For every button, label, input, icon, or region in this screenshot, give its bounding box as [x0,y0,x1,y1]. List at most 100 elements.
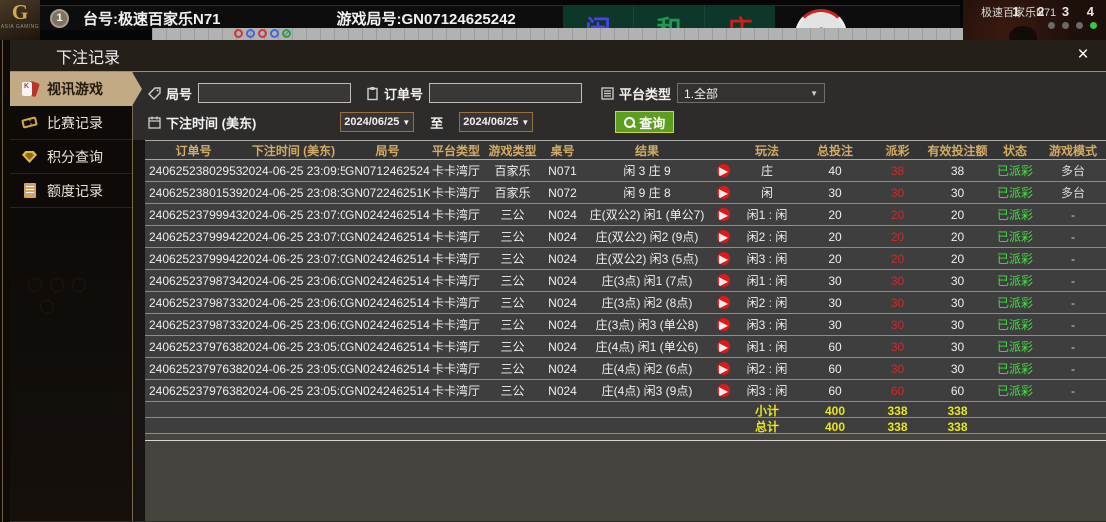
cell-platform: 卡卡湾厅 [430,360,482,377]
cell-payout: 20 [870,252,925,266]
replay-icon[interactable]: ▶ [717,186,730,199]
cell-status: 已派彩 [990,250,1040,267]
modal-header: 下注记录 × [10,40,1106,72]
cards-icon [21,81,39,98]
bead-player-icon [246,29,255,38]
roadmap-strip [152,28,984,40]
replay-icon[interactable]: ▶ [717,230,730,243]
sidebar-item-quota-records[interactable]: 额度记录 [10,174,132,208]
cell-game-mode: - [1040,274,1106,288]
to-label: 至 [430,113,443,132]
grand-total-bet: 400 [800,420,870,434]
cell-valid-bet: 30 [925,362,990,376]
search-button-label: 查询 [639,113,665,132]
col-header: 下注时间 (美东) [242,142,345,159]
close-icon[interactable]: × [1072,45,1094,67]
cell-bet-time: 2024-06-25 23:07:07 [242,252,345,266]
cell-round-no: GN0242462514R [345,208,430,222]
game-background: G ASIA GAMING 1 台号:极速百家乐N71 游戏局号:GN07124… [0,0,1106,40]
replay-icon[interactable]: ▶ [717,164,730,177]
replay-icon[interactable]: ▶ [717,318,730,331]
cell-platform: 卡卡湾厅 [430,206,482,223]
platform-type-select[interactable]: 1.全部 ▼ [677,83,825,103]
cell-table-no: N072 [543,186,582,200]
table-row: 240625237999430 2024-06-25 23:07:07 GN02… [145,204,1106,226]
chevron-down-icon: ▼ [402,118,410,127]
cell-payout: 30 [870,340,925,354]
cell-payout: 30 [870,362,925,376]
cell-order-no: 240625237999428 [145,252,242,266]
cell-table-no: N024 [543,296,582,310]
dealer-silhouette [1009,26,1037,40]
cell-order-no: 240625237987336 [145,318,242,332]
sidebar-item-label: 积分查询 [47,147,103,167]
cell-game-type: 百家乐 [482,184,543,201]
col-header: 结果 [582,142,712,159]
cell-bet-time: 2024-06-25 23:09:50 [242,164,345,178]
date-to-picker[interactable]: 2024/06/25 ▼ [459,112,533,132]
replay-icon[interactable]: ▶ [717,296,730,309]
cell-game-type: 三公 [482,382,543,399]
asia-gaming-logo: G ASIA GAMING [0,0,40,40]
order-no-input[interactable] [429,83,582,103]
cell-total-bet: 20 [800,230,870,244]
col-header: 游戏模式 [1040,142,1106,159]
cell-result: 闲 3 庄 9 [582,162,712,179]
sidebar-item-match-records[interactable]: 比赛记录 [10,106,132,140]
cell-status: 已派彩 [990,294,1040,311]
replay-icon[interactable]: ▶ [717,252,730,265]
cell-payout: 30 [870,274,925,288]
replay-icon[interactable]: ▶ [717,362,730,375]
cell-status: 已派彩 [990,360,1040,377]
cell-game-mode: - [1040,384,1106,398]
col-header: 有效投注额 [925,142,990,159]
cell-round-no: GN07124625241 [345,164,430,178]
replay-icon[interactable]: ▶ [717,340,730,353]
search-button[interactable]: 查询 [615,111,674,133]
game-round-label: 游戏局号:GN07124625242 [337,8,516,29]
sidebar-item-video-games[interactable]: 视讯游戏 [10,72,132,106]
cell-play-type: 闲3 : 闲 [734,250,800,267]
cell-play-type: 闲 [734,184,800,201]
round-no-input[interactable] [198,83,351,103]
cell-valid-bet: 60 [925,384,990,398]
cell-table-no: N024 [543,208,582,222]
cell-payout: 30 [870,296,925,310]
cell-table-no: N024 [543,384,582,398]
cell-valid-bet: 30 [925,318,990,332]
grand-total-payout: 338 [870,420,925,434]
platform-type-value: 1.全部 [684,85,718,102]
cell-result: 庄(双公2) 闲1 (单公7) [582,206,712,223]
cell-table-no: N024 [543,230,582,244]
cell-order-no: 240625238029533 [145,164,242,178]
sidebar-item-points-inquiry[interactable]: 积分查询 [10,140,132,174]
replay-icon[interactable]: ▶ [717,274,730,287]
camera-dot-active [1090,22,1097,29]
table-row: 240625237976383 2024-06-25 23:05:05 GN02… [145,336,1106,358]
cell-table-no: N024 [543,274,582,288]
gem-icon [21,148,39,165]
date-from-value: 2024/06/25 [344,116,399,128]
table-row: 240625237987336 2024-06-25 23:06:04 GN02… [145,314,1106,336]
cell-result: 庄(双公2) 闲3 (5点) [582,250,712,267]
replay-icon[interactable]: ▶ [717,384,730,397]
table-row: 240625237976381 2024-06-25 23:05:05 GN02… [145,380,1106,402]
cell-payout: 30 [870,318,925,332]
date-from-picker[interactable]: 2024/06/25 ▼ [340,112,414,132]
cell-platform: 卡卡湾厅 [430,338,482,355]
cell-game-type: 三公 [482,294,543,311]
col-header: 桌号 [543,142,582,159]
cell-total-bet: 20 [800,208,870,222]
cell-result: 庄(3点) 闲3 (单公8) [582,316,712,333]
replay-icon[interactable]: ▶ [717,208,730,221]
cell-total-bet: 30 [800,296,870,310]
cell-result: 闲 9 庄 8 [582,184,712,201]
sidebar-item-label: 比赛记录 [47,113,103,133]
cell-total-bet: 30 [800,186,870,200]
cell-status: 已派彩 [990,162,1040,179]
bet-records-modal: 下注记录 × 视讯游戏 比赛记录 积分查询 [10,40,1106,522]
cell-platform: 卡卡湾厅 [430,294,482,311]
grand-total-label: 总计 [734,418,800,435]
cell-total-bet: 30 [800,274,870,288]
camera-numbers[interactable]: 1 2 3 4 [1012,4,1101,19]
